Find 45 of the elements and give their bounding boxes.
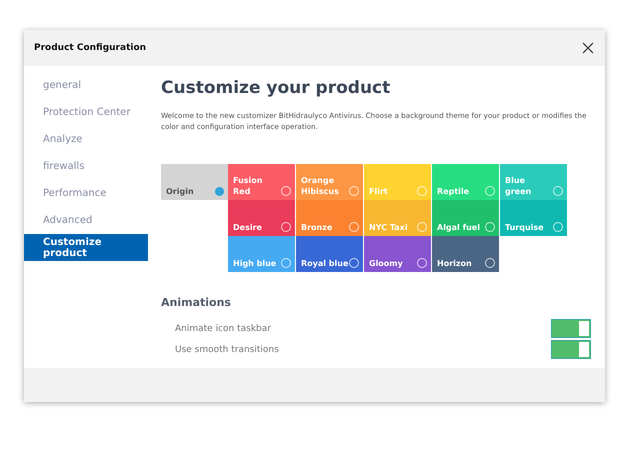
sidebar-item[interactable]: general: [24, 72, 148, 99]
sidebar-item[interactable]: Protection Center: [24, 99, 148, 126]
radio-button[interactable]: [485, 258, 495, 268]
sidebar-item[interactable]: firewalls: [24, 153, 148, 180]
radio-button[interactable]: [553, 222, 563, 232]
theme-tile[interactable]: Gloomy: [364, 236, 431, 272]
radio-button[interactable]: [281, 258, 291, 268]
radio-button[interactable]: [485, 186, 495, 196]
sidebar-item[interactable]: Analyze: [24, 126, 148, 153]
radio-button[interactable]: [349, 258, 359, 268]
theme-tile[interactable]: NYC Taxi: [364, 200, 431, 236]
radio-button[interactable]: [417, 186, 427, 196]
theme-tile[interactable]: Royal blue: [296, 236, 363, 272]
radio-button[interactable]: [215, 187, 224, 196]
option-label: Use smooth transitions: [175, 344, 279, 354]
theme-tile[interactable]: Horizon: [432, 236, 499, 272]
theme-tile[interactable]: Bronze: [296, 200, 363, 236]
radio-button[interactable]: [485, 222, 495, 232]
radio-button[interactable]: [349, 186, 359, 196]
option-label: Animate icon taskbar: [175, 324, 271, 334]
theme-tile[interactable]: Algal fuel: [432, 200, 499, 236]
theme-tile[interactable]: High blue: [228, 236, 295, 272]
page-title: Customize your product: [161, 78, 392, 98]
theme-tile[interactable]: Blue green: [500, 164, 567, 200]
close-button[interactable]: [581, 41, 595, 55]
theme-tile[interactable]: Orange Hibiscus: [296, 164, 363, 200]
theme-tile[interactable]: Turquise: [500, 200, 567, 236]
radio-button[interactable]: [281, 186, 291, 196]
radio-button[interactable]: [553, 186, 563, 196]
toggle-switch[interactable]: [551, 340, 591, 359]
sidebar-item[interactable]: Performance: [24, 180, 148, 207]
radio-button[interactable]: [417, 258, 427, 268]
radio-button[interactable]: [349, 222, 359, 232]
theme-tile[interactable]: Fusion Red: [228, 164, 295, 200]
theme-tile[interactable]: Origin: [161, 164, 228, 200]
sidebar-item[interactable]: Customize product: [24, 234, 148, 261]
window-title: Product Configuration: [34, 43, 146, 53]
radio-button[interactable]: [281, 222, 291, 232]
radio-button[interactable]: [417, 222, 427, 232]
toggle-switch[interactable]: [551, 319, 591, 338]
sidebar-item[interactable]: Advanced: [24, 207, 148, 234]
theme-tile[interactable]: Desire: [228, 200, 295, 236]
close-icon: [581, 41, 595, 55]
section-heading: Animations: [161, 296, 232, 309]
theme-tile[interactable]: Reptile: [432, 164, 499, 200]
